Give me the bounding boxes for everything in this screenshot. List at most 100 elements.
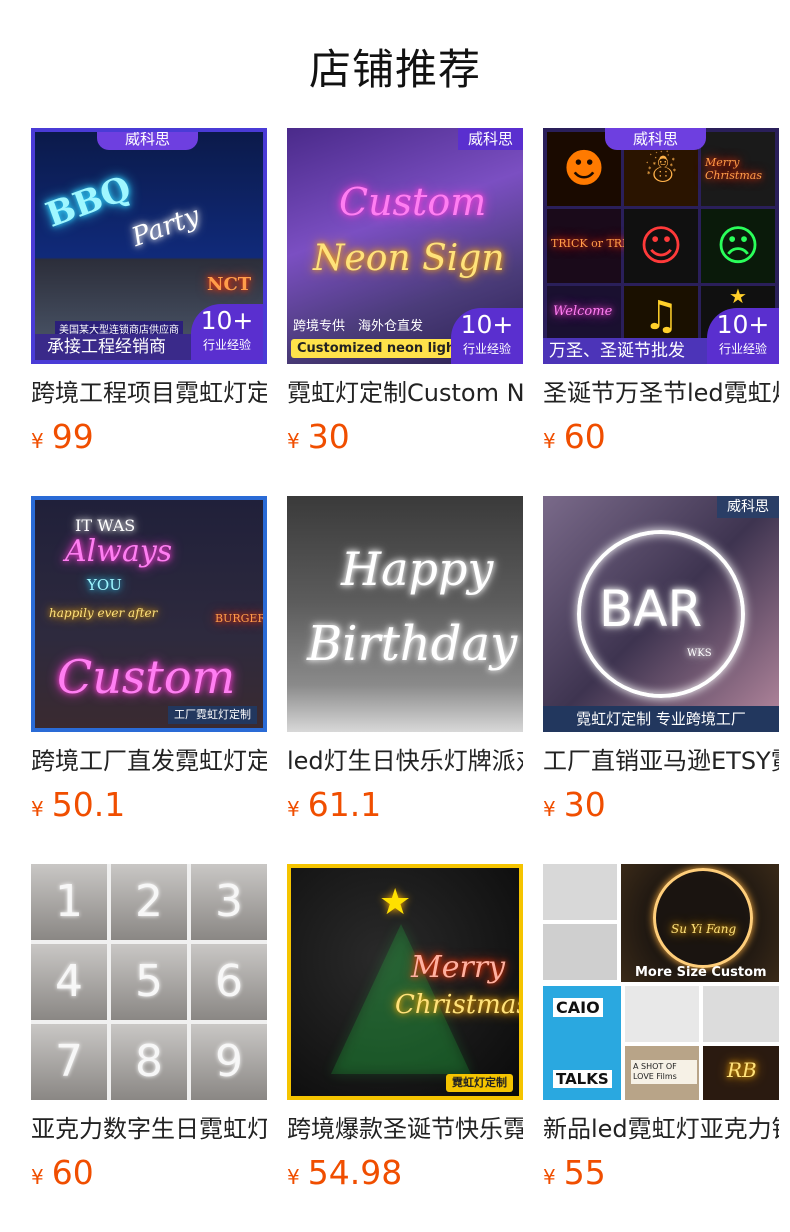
product-name[interactable]: 亚克力数字生日霓虹灯 [31, 1113, 267, 1145]
product-image[interactable]: IT WAS Always YOU happily ever after BUR… [31, 496, 267, 732]
neon-sign-text: Custom [57, 650, 236, 704]
product-name[interactable]: 圣诞节万圣节led霓虹灯 [543, 377, 779, 409]
product-image[interactable]: BAR WKS 威科思 霓虹灯定制 专业跨境工厂 [543, 496, 779, 732]
mirror-sign-tile [543, 924, 617, 980]
mirror-sign-tile [543, 864, 617, 920]
neon-sign-text: IT WAS [75, 516, 136, 535]
product-image[interactable]: Happy Birthday [287, 496, 523, 732]
product-name[interactable]: led灯生日快乐灯牌派对 [287, 745, 523, 777]
product-image[interactable]: Custom Neon Sign 威科思 跨境专供 海外仓直发 Customiz… [287, 128, 523, 364]
neon-sign-text: Always [65, 534, 173, 569]
digit-tile: 4 [31, 944, 107, 1020]
digit-tile: 3 [191, 864, 267, 940]
brand-tag: 威科思 [717, 496, 779, 518]
price-value: 55 [563, 1153, 606, 1192]
product-card[interactable]: ★ Merry Christmas 霓虹灯定制 跨境爆款圣诞节快乐霓虹灯 ¥54… [287, 864, 523, 1199]
factory-tag: 工厂霓虹灯定制 [168, 706, 257, 724]
product-name[interactable]: 跨境爆款圣诞节快乐霓虹灯 [287, 1113, 523, 1145]
tile-text: Welcome [553, 304, 613, 319]
product-price: ¥60 [31, 1153, 267, 1199]
neon-sign-text: Happy [341, 542, 494, 596]
product-image[interactable]: Su Yi Fang More Size Custom CAIO TALKS A… [543, 864, 779, 1100]
product-name[interactable]: 跨境工程项目霓虹灯定制 [31, 377, 267, 409]
image-tag-line: 跨境专供 海外仓直发 [293, 319, 424, 334]
neon-sign-text: BAR [599, 580, 703, 638]
badge-label: 行业经验 [718, 342, 767, 356]
experience-badge: 10+ 行业经验 [191, 304, 263, 360]
neon-sign-text: RB [727, 1058, 757, 1082]
brand-tag: 威科思 [605, 128, 707, 150]
experience-badge: 10+ 行业经验 [451, 308, 523, 364]
product-image[interactable]: 1 2 3 4 5 6 7 8 9 [31, 864, 267, 1100]
product-price: ¥30 [543, 785, 779, 831]
tile-text: Merry Christmas [705, 156, 762, 182]
product-name[interactable]: 新品led霓虹灯亚克力镜面 [543, 1113, 779, 1145]
price-value: 54.98 [307, 1153, 403, 1192]
image-caption: Customized neon lights [291, 339, 476, 358]
price-value: 30 [307, 417, 350, 456]
product-image[interactable]: BBQ Party NCT 威科思 美国某大型连锁商店供应商 承接工程经销商 1… [31, 128, 267, 364]
badge-value: 10+ [200, 306, 254, 335]
currency-symbol: ¥ [31, 429, 44, 453]
image-caption: More Size Custom [635, 965, 767, 980]
product-price: ¥55 [543, 1153, 779, 1199]
currency-symbol: ¥ [31, 1165, 44, 1189]
neon-sign-text: Merry [411, 950, 506, 985]
badge-label: 行业经验 [462, 342, 511, 356]
badge-label: 行业经验 [202, 338, 251, 352]
tile-text: TALKS [553, 1070, 612, 1088]
product-card[interactable]: BBQ Party NCT 威科思 美国某大型连锁商店供应商 承接工程经销商 1… [31, 128, 267, 463]
price-value: 60 [51, 1153, 94, 1192]
product-price: ¥54.98 [287, 1153, 523, 1199]
experience-badge: 10+ 行业经验 [707, 308, 779, 364]
product-image[interactable]: ★ Merry Christmas 霓虹灯定制 [287, 864, 523, 1100]
currency-symbol: ¥ [287, 429, 300, 453]
neon-sign-text: YOU [87, 576, 122, 594]
product-card[interactable]: 1 2 3 4 5 6 7 8 9 亚克力数字生日霓虹灯 ¥60 [31, 864, 267, 1199]
currency-symbol: ¥ [31, 797, 44, 821]
badge-value: 10+ [460, 310, 514, 339]
price-value: 61.1 [307, 785, 382, 824]
page-title: 店铺推荐 [308, 45, 481, 94]
brand-tag: 威科思 [457, 128, 523, 150]
neon-sign-text: Neon Sign [313, 238, 505, 279]
product-card[interactable]: Su Yi Fang More Size Custom CAIO TALKS A… [543, 864, 779, 1199]
brand-tag: 威科思 [97, 132, 199, 150]
neon-sign-text: NCT [207, 274, 252, 295]
digit-tile: 2 [111, 864, 187, 940]
grinch-tile: ☹ [701, 209, 775, 283]
product-name[interactable]: 霓虹灯定制Custom Neon Sign [287, 377, 523, 409]
product-name[interactable]: 工厂直销亚马逊ETSY霓虹灯 [543, 745, 779, 777]
santa-tile: ☺ [624, 209, 698, 283]
product-price: ¥61.1 [287, 785, 523, 831]
star-icon: ★ [379, 882, 412, 923]
currency-symbol: ¥ [287, 1165, 300, 1189]
digit-tile: 6 [191, 944, 267, 1020]
product-card[interactable]: Custom Neon Sign 威科思 跨境专供 海外仓直发 Customiz… [287, 128, 523, 463]
product-card[interactable]: IT WAS Always YOU happily ever after BUR… [31, 496, 267, 831]
product-price: ¥50.1 [31, 785, 267, 831]
product-card[interactable]: BAR WKS 威科思 霓虹灯定制 专业跨境工厂 工厂直销亚马逊ETSY霓虹灯 … [543, 496, 779, 831]
rb-ring-tile: RB [703, 1046, 779, 1100]
product-card[interactable]: Happy Birthday led灯生日快乐灯牌派对 ¥61.1 [287, 496, 523, 831]
badge-value: 10+ [716, 310, 770, 339]
digit-tile: 9 [191, 1024, 267, 1100]
product-name[interactable]: 跨境工厂直发霓虹灯定制 [31, 745, 267, 777]
price-value: 30 [563, 785, 606, 824]
factory-tag: 霓虹灯定制 [446, 1074, 513, 1092]
currency-symbol: ¥ [543, 1165, 556, 1189]
product-price: ¥30 [287, 417, 523, 463]
film-sign-tile: A SHOT OF LOVE Films [625, 1046, 699, 1100]
product-image[interactable]: ☻ ☃ Merry Christmas TRICK or TREAT ☺ ☹ W… [543, 128, 779, 364]
price-value: 60 [563, 417, 606, 456]
neon-sign-text: BURGER [215, 612, 266, 625]
christmas-tile: Merry Christmas [701, 132, 775, 206]
digit-tile: 7 [31, 1024, 107, 1100]
neon-sign-text: Birthday [307, 616, 518, 672]
product-card[interactable]: ☻ ☃ Merry Christmas TRICK or TREAT ☺ ☹ W… [543, 128, 779, 463]
trick-treat-tile: TRICK or TREAT [547, 209, 645, 283]
digit-tile: 1 [31, 864, 107, 940]
gold-ring-tile: Su Yi Fang More Size Custom [621, 864, 779, 982]
neon-sign-text: happily ever after [49, 606, 158, 620]
currency-symbol: ¥ [287, 797, 300, 821]
